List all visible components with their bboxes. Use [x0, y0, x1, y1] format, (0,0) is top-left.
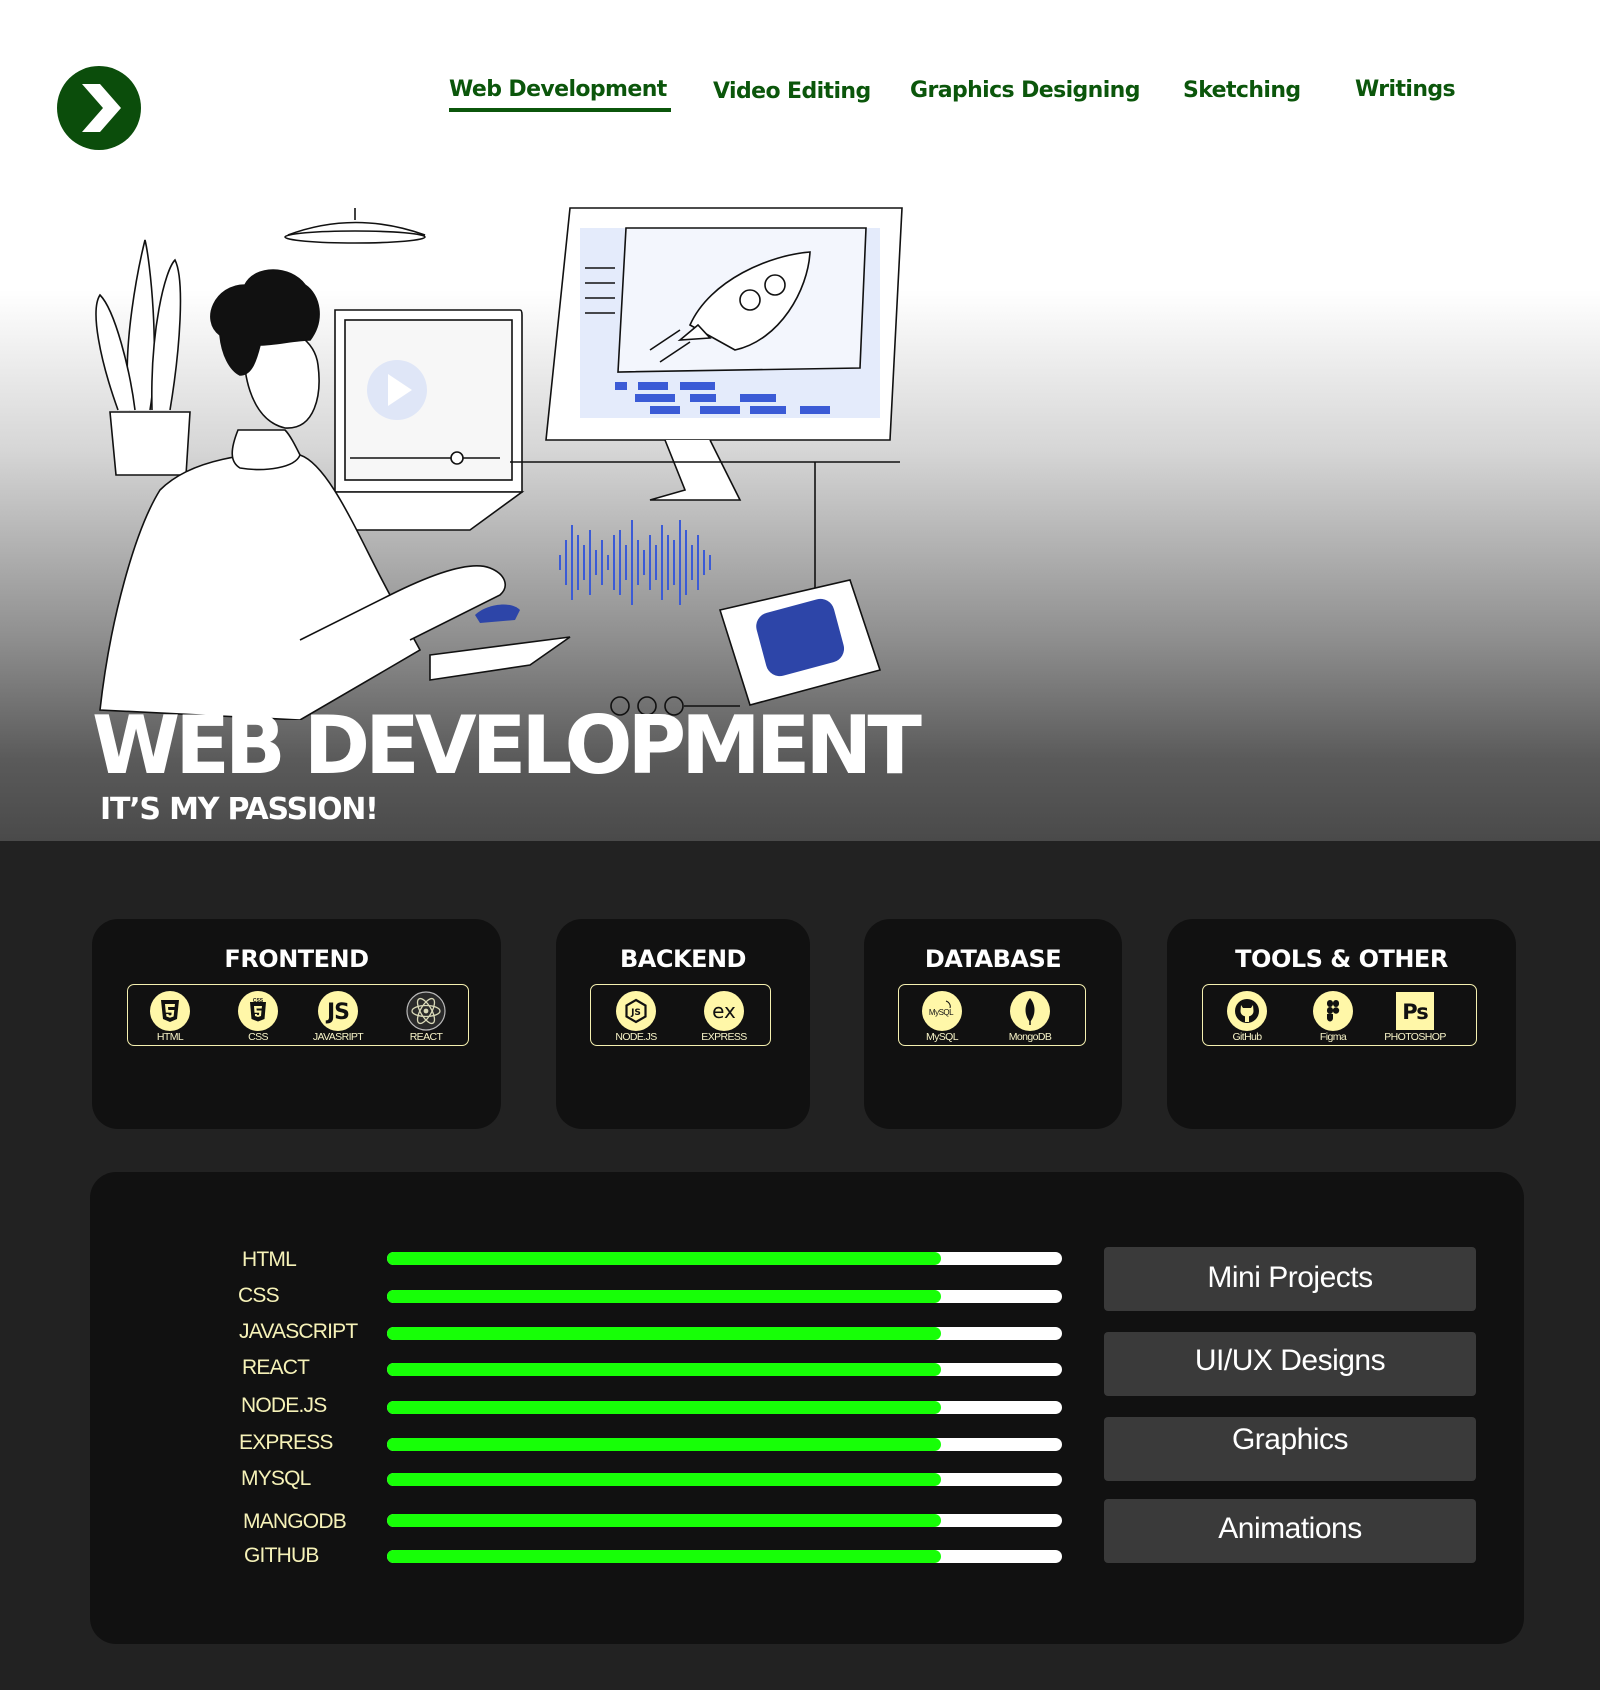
skill-bar-track	[387, 1401, 1062, 1414]
hero-illustration	[95, 207, 903, 720]
tech-list: GitHub Figma Ps PHOTOSHOP	[1202, 984, 1477, 1046]
skill-bar-fill	[387, 1438, 941, 1451]
tech-item-css: CSS CSS	[218, 985, 298, 1047]
tech-label: EXPRESS	[701, 1031, 747, 1043]
tech-item-mysql: MySQL MySQL	[902, 985, 982, 1047]
nav-item-video-editing[interactable]: Video Editing	[713, 79, 871, 104]
skill-bar-fill	[387, 1514, 941, 1527]
tech-item-nodejs: JS NODE.JS	[596, 985, 676, 1047]
skill-bar-fill	[387, 1290, 941, 1303]
tech-item-javascript: JS JAVASRIPT	[298, 985, 378, 1047]
skill-bar-track	[387, 1473, 1062, 1486]
tech-label: HTML	[156, 1031, 184, 1043]
skill-bar-track	[387, 1550, 1062, 1563]
skill-bar-fill	[387, 1252, 941, 1265]
button-label: UI/UX Designs	[1194, 1344, 1386, 1377]
svg-text:JS: JS	[325, 1000, 349, 1025]
tech-label: REACT	[409, 1031, 443, 1043]
svg-text:ex: ex	[712, 999, 736, 1023]
tech-label: JAVASRIPT	[312, 1031, 364, 1043]
nav-item-writings[interactable]: Writings	[1355, 77, 1456, 102]
animations-button[interactable]: Animations	[1104, 1499, 1476, 1563]
skill-label: EXPRESS	[239, 1431, 333, 1454]
skill-bar-fill	[387, 1473, 941, 1486]
svg-text:JS: JS	[630, 1008, 641, 1018]
button-label: Animations	[1218, 1512, 1362, 1545]
skill-label: REACT	[242, 1356, 310, 1379]
skill-bar-track	[387, 1252, 1062, 1265]
nav-item-sketching[interactable]: Sketching	[1183, 78, 1301, 103]
button-label: Graphics	[1231, 1423, 1349, 1456]
skills-panel: HTML CSS JAVASCRIPT REACT NODE.JS EXPRESS MYSQ…	[90, 1172, 1524, 1644]
hero-subtitle: IT’S MY PASSION!	[100, 792, 379, 827]
tech-list: HTML CSS CSS JS JAVASRIPT REACT	[127, 984, 469, 1046]
tech-label: GitHub	[1232, 1031, 1262, 1043]
tech-label: CSS	[248, 1031, 268, 1043]
skill-card-backend: BACKEND JS NODE.JS ex EXPRESS	[556, 919, 810, 1129]
card-title: DATABASE	[924, 945, 1062, 973]
skill-bar-track	[387, 1514, 1062, 1527]
svg-text:MySQL: MySQL	[929, 1008, 954, 1017]
tech-item-express: ex EXPRESS	[684, 985, 764, 1047]
css3-icon: CSS	[238, 991, 278, 1031]
github-icon	[1227, 991, 1267, 1031]
skill-bar-fill	[387, 1550, 941, 1563]
tech-list: MySQL MySQL MongoDB	[898, 984, 1086, 1046]
skill-label: CSS	[238, 1284, 280, 1307]
svg-text:Ps: Ps	[1402, 1000, 1428, 1024]
tech-label: PHOTOSHOP	[1384, 1031, 1446, 1043]
mongodb-icon	[1010, 991, 1050, 1031]
tech-item-figma: Figma	[1293, 985, 1373, 1047]
tech-item-react: REACT	[386, 985, 466, 1047]
card-title: BACKEND	[620, 945, 746, 973]
tech-item-html: HTML	[130, 985, 210, 1047]
html5-icon	[150, 991, 190, 1031]
hero-title: WEB DEVELOPMENT	[92, 699, 922, 792]
hero-section: Web Development Video Editing Graphics D…	[0, 0, 1600, 841]
main-nav: Web Development Video Editing Graphics D…	[0, 76, 1600, 116]
javascript-icon: JS	[318, 991, 358, 1031]
skill-label: MYSQL	[241, 1467, 311, 1490]
nav-item-web-development[interactable]: Web Development	[449, 77, 671, 112]
skill-label: HTML	[242, 1248, 297, 1271]
express-icon: ex	[704, 991, 744, 1031]
tech-label: Figma	[1319, 1031, 1347, 1043]
mysql-icon: MySQL	[922, 991, 962, 1031]
svg-text:CSS: CSS	[253, 998, 264, 1004]
tech-item-mongodb: MongoDB	[990, 985, 1070, 1047]
skill-card-database: DATABASE MySQL MySQL MongoDB	[864, 919, 1122, 1129]
tech-label: MongoDB	[1008, 1031, 1052, 1043]
skill-bar-fill	[387, 1401, 941, 1414]
card-title: FRONTEND	[224, 945, 369, 973]
mini-projects-button[interactable]: Mini Projects	[1104, 1247, 1476, 1311]
skill-card-tools: TOOLS & OTHER GitHub Figma Ps PHOTOSHOP	[1167, 919, 1516, 1129]
tech-label: MySQL	[925, 1031, 959, 1043]
skill-label: NODE.JS	[241, 1394, 327, 1417]
nav-item-graphics-designing[interactable]: Graphics Designing	[910, 78, 1140, 103]
nodejs-icon: JS	[616, 991, 656, 1031]
tech-list: JS NODE.JS ex EXPRESS	[590, 984, 771, 1046]
skill-label: JAVASCRIPT	[239, 1320, 358, 1343]
skill-bar-track	[387, 1438, 1062, 1451]
skill-bar-fill	[387, 1363, 941, 1376]
skill-bar-track	[387, 1290, 1062, 1303]
card-title: TOOLS & OTHER	[1235, 945, 1448, 973]
skill-bar-track	[387, 1327, 1062, 1340]
figma-icon	[1313, 991, 1353, 1031]
graphics-button[interactable]: Graphics	[1104, 1417, 1476, 1481]
react-icon	[406, 991, 446, 1031]
skill-bar-fill	[387, 1327, 941, 1340]
tech-item-photoshop: Ps PHOTOSHOP	[1375, 985, 1455, 1047]
uiux-designs-button[interactable]: UI/UX Designs	[1104, 1332, 1476, 1396]
skill-label: MANGODB	[243, 1510, 347, 1533]
skill-label: GITHUB	[244, 1544, 319, 1567]
tech-label: NODE.JS	[615, 1031, 657, 1043]
skill-card-frontend: FRONTEND HTML CSS CSS JS JAVASRIPT REACT	[92, 919, 501, 1129]
skill-bar-track	[387, 1363, 1062, 1376]
photoshop-icon: Ps	[1396, 992, 1434, 1030]
tech-item-github: GitHub	[1207, 985, 1287, 1047]
button-label: Mini Projects	[1207, 1261, 1373, 1294]
